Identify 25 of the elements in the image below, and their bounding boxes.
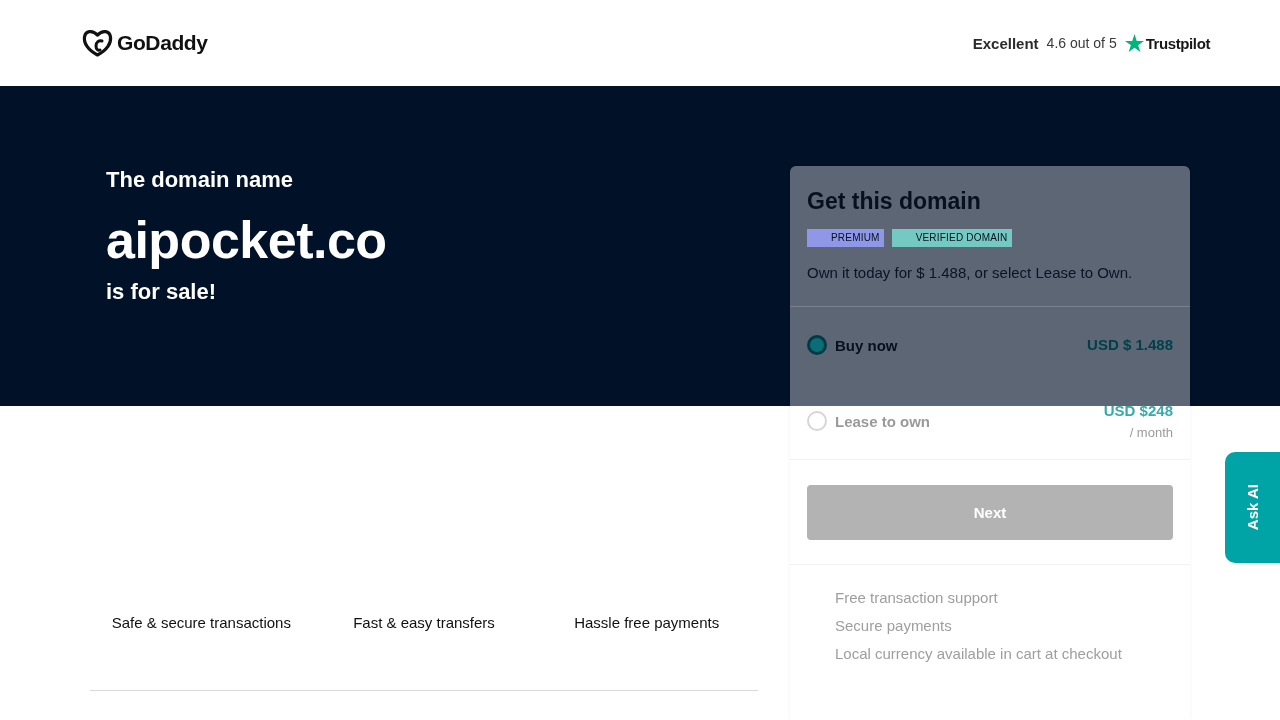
star-icon [1124,34,1144,52]
domain-badge: VERIFIED DOMAIN [891,229,1012,247]
rating-score: 4.6 out of 5 [1046,35,1117,51]
logo-icon [82,29,113,57]
feature-text: Hassle free payments [574,614,720,632]
perk-text: Local currency available in cart at checkout [835,644,1122,664]
option-price: USD $248 [1103,400,1173,421]
perk-text: Secure payments [835,616,952,636]
hero-outro: is for sale! [106,279,217,305]
rating-label: Excellent [972,34,1039,52]
option-label: Buy now [835,336,898,354]
feature-text: Safe & secure transactions [111,614,291,632]
card-description: Own it today for $ 1.488, or select Lease to Own. [807,263,1134,283]
option-label: Lease to own [835,412,931,430]
option-price: USD $ 1.488 [1087,335,1173,355]
brand-name: GoDaddy [117,31,208,55]
hero-intro: The domain name [106,167,294,193]
ask-ai-button[interactable]: Ask AI [1225,452,1280,563]
feature-text: Fast & easy transfers [353,614,495,632]
perk-text: Free transaction support [835,588,998,608]
domain-badge: PREMIUM [807,229,884,247]
domain-name: aipocket.co [106,210,387,270]
review-site-name: Trustpilot [1145,34,1210,52]
price-period: / month [1129,423,1173,442]
card-title: Get this domain [807,187,981,215]
